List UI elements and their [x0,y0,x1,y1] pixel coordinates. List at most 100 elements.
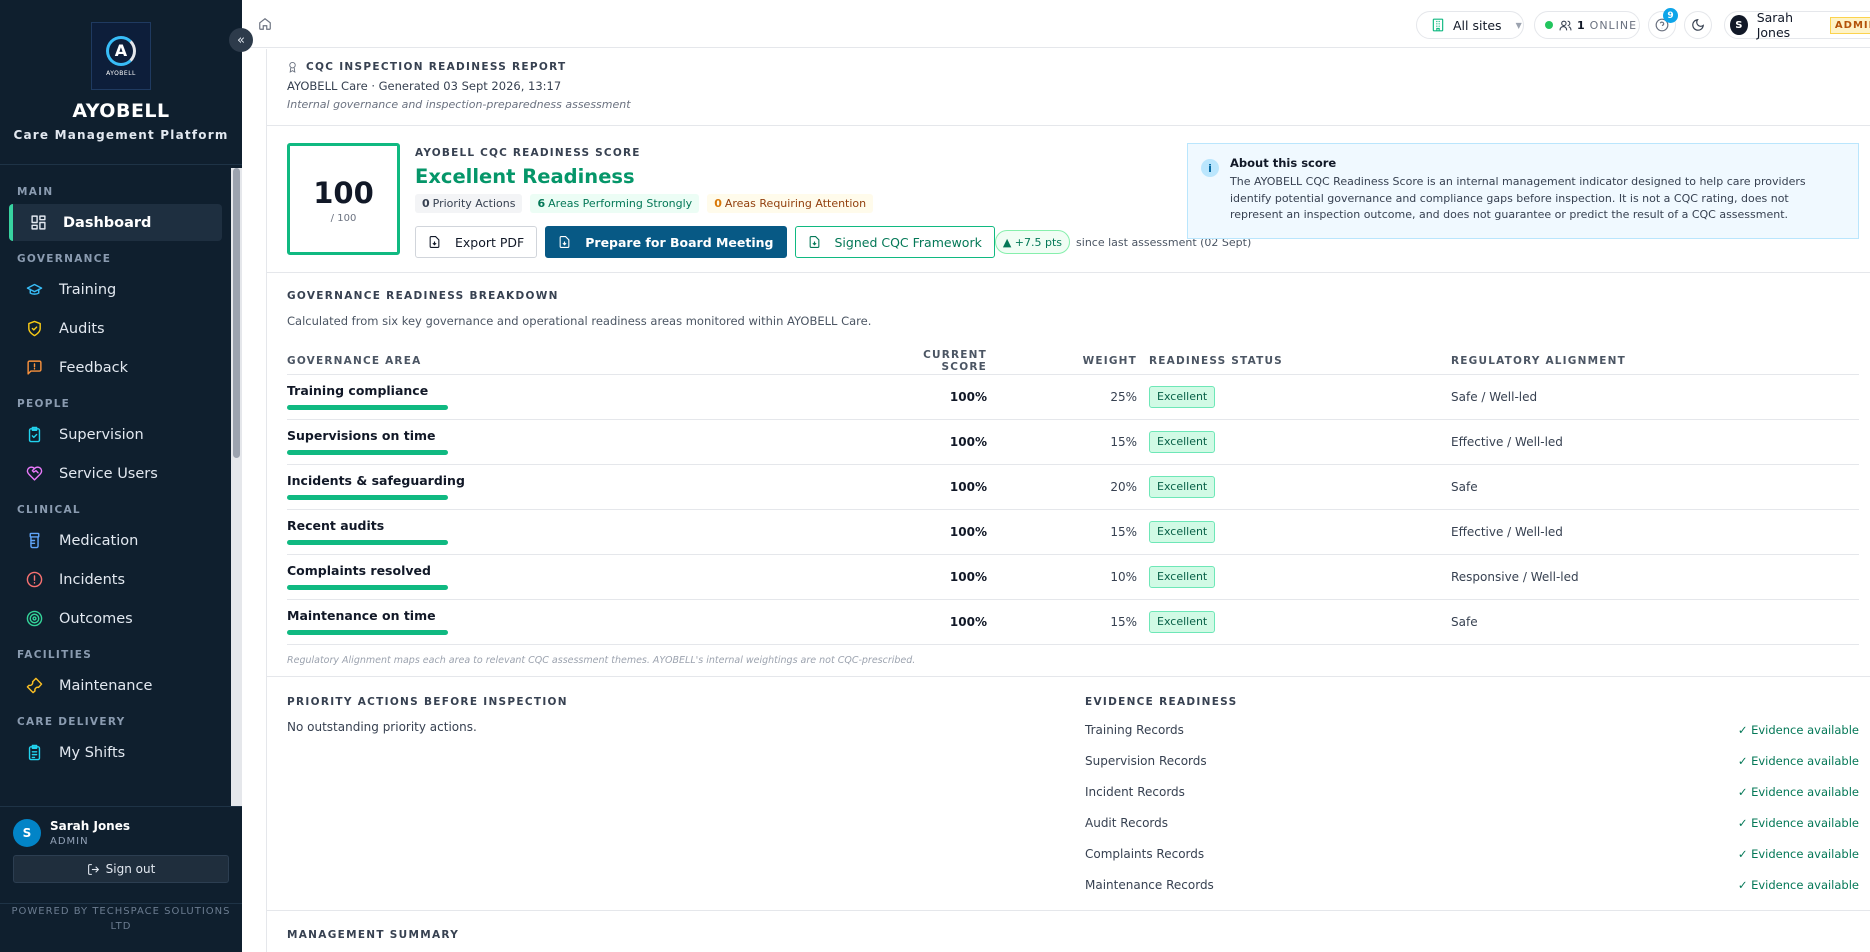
pill-bottle-icon [23,532,45,549]
logo-text: AYOBELL [106,69,136,77]
area-progress-bar [287,405,448,410]
brand-header: A AYOBELL AYOBELL Care Management Platfo… [0,0,242,165]
evidence-status: ✓ Evidence available [1737,722,1859,737]
user-menu[interactable]: S Sarah Jones ADMIN [1724,10,1870,40]
weight: 10% [987,554,1137,600]
sidebar-scroll-thumb[interactable] [233,168,240,458]
moon-icon [1691,18,1705,32]
online-users-indicator[interactable]: 1 ONLINE [1534,11,1640,39]
sign-out-label: Sign out [105,862,156,876]
col-current-score: CURRENT SCORE [877,348,987,375]
col-governance-area: GOVERNANCE AREA [287,348,877,375]
export-pdf-label: Export PDF [455,234,525,250]
sidebar-item-label: Maintenance [59,677,153,694]
score-denominator: / 100 [330,213,357,224]
col-regulatory-alignment: REGULATORY ALIGNMENT [1451,348,1859,375]
weight: 15% [987,419,1137,465]
area-cell: Complaints resolved [287,554,877,600]
area-progress-bar [287,540,448,545]
sidebar-item-maintenance[interactable]: Maintenance [9,667,222,704]
topbar: All sites ▼ 1 ONLINE 9 S Sarah Jones ADM… [242,0,1870,48]
users-icon [1559,19,1572,32]
area-progress-bar [287,495,448,500]
sidebar-item-dashboard[interactable]: Dashboard [9,204,222,241]
evidence-status: ✓ Evidence available [1737,815,1859,830]
sidebar-item-outcomes[interactable]: Outcomes [9,600,222,637]
export-pdf-button[interactable]: Export PDF [415,226,538,258]
col-weight: WEIGHT [987,348,1137,375]
help-notification-badge: 9 [1663,8,1678,23]
score-rating: Excellent Readiness [415,165,635,188]
score-label: AYOBELL CQC READINESS SCORE [415,147,641,159]
weight: 25% [987,374,1137,420]
target-icon [23,610,45,627]
powered-by-text: POWERED BY TECHSPACE SOLUTIONS LTD [11,906,231,932]
main-content: CQC INSPECTION READINESS REPORT AYOBELL … [242,49,1870,952]
nav-section-people: PEOPLE [17,398,71,410]
info-icon: i [1201,159,1219,177]
current-score: 100% [877,464,987,510]
site-selector[interactable]: All sites ▼ [1416,11,1524,39]
governance-breakdown-section: GOVERNANCE READINESS BREAKDOWN Calculate… [267,273,1870,677]
evidence-readiness-panel: EVIDENCE READINESS Training Records ✓ Evi… [1085,696,1859,900]
signed-cqc-framework-button[interactable]: Signed CQC Framework [794,226,995,258]
sidebar-item-label: Dashboard [63,214,152,231]
sidebar-item-feedback[interactable]: Feedback [9,349,222,386]
user-menu-name: Sarah Jones [1756,10,1794,40]
collapse-sidebar-button[interactable]: « [229,28,253,52]
management-summary-section: MANAGEMENT SUMMARY [267,911,1870,941]
area-cell: Recent audits [287,509,877,555]
readiness-score-section: 100 / 100 AYOBELL CQC READINESS SCORE Ex… [267,126,1870,273]
sidebar-item-incidents[interactable]: Incidents [9,561,222,598]
area-progress-bar [287,585,448,590]
prepare-board-meeting-button[interactable]: Prepare for Board Meeting [545,226,787,258]
sidebar-item-my-shifts[interactable]: My Shifts [9,734,222,771]
about-score-panel: i About this score The AYOBELL CQC Readi… [1187,143,1859,239]
attention-areas-chip: 0 Areas Requiring Attention [707,194,874,213]
role-badge: ADMIN [1829,16,1870,34]
report-header: CQC INSPECTION READINESS REPORT AYOBELL … [267,49,1870,126]
sidebar-item-audits[interactable]: Audits [9,310,222,347]
sign-out-icon [87,863,100,876]
sidebar-item-label: Outcomes [59,610,133,627]
heart-handshake-icon [23,465,45,482]
sidebar-item-medication[interactable]: Medication [9,522,222,559]
sidebar-item-label: Training [59,281,117,298]
area-name: Recent audits [287,518,385,533]
sidebar: A AYOBELL AYOBELL Care Management Platfo… [0,0,242,952]
status-badge: Excellent [1149,610,1216,633]
prepare-board-meeting-label: Prepare for Board Meeting [585,234,774,250]
status-cell: Excellent [1137,599,1451,645]
grid-icon [27,214,49,231]
report-generated: AYOBELL Care · Generated 03 Sept 2026, 1… [287,79,562,93]
theme-toggle[interactable] [1684,11,1712,39]
sidebar-item-training[interactable]: Training [9,271,222,308]
online-label: ONLINE [1589,18,1638,32]
table-row: Training compliance 100% 25% Excellent S… [287,374,1859,420]
sidebar-item-label: Medication [59,532,139,549]
status-badge: Excellent [1149,385,1216,408]
online-count: 1 [1577,18,1585,32]
weight: 15% [987,509,1137,555]
area-cell: Incidents & safeguarding [287,464,877,510]
sign-out-button[interactable]: Sign out [13,855,229,883]
priority-actions-panel: PRIORITY ACTIONS BEFORE INSPECTION No ou… [287,696,568,734]
home-icon[interactable] [258,16,272,35]
caret-down-icon: ▼ [1515,20,1522,30]
strong-areas-chip: 6 Areas Performing Strongly [530,194,700,213]
file-download-icon [428,235,441,249]
clipboard-list-icon [23,744,45,761]
nav-section-governance: GOVERNANCE [17,253,112,265]
about-score-title: About this score [1230,156,1337,170]
evidence-status: ✓ Evidence available [1737,877,1859,892]
sidebar-user-role: ADMIN [50,836,89,847]
report-title: CQC INSPECTION READINESS REPORT [306,61,567,73]
regulatory-alignment: Safe / Well-led [1451,374,1859,420]
breakdown-footnote: Regulatory Alignment maps each area to r… [287,654,916,666]
sidebar-item-service-users[interactable]: Service Users [9,455,222,492]
sidebar-item-supervision[interactable]: Supervision [9,416,222,453]
status-badge: Excellent [1149,430,1216,453]
building-icon [1431,18,1445,32]
sidebar-item-label: Service Users [59,465,158,482]
area-name: Incidents & safeguarding [287,473,465,488]
